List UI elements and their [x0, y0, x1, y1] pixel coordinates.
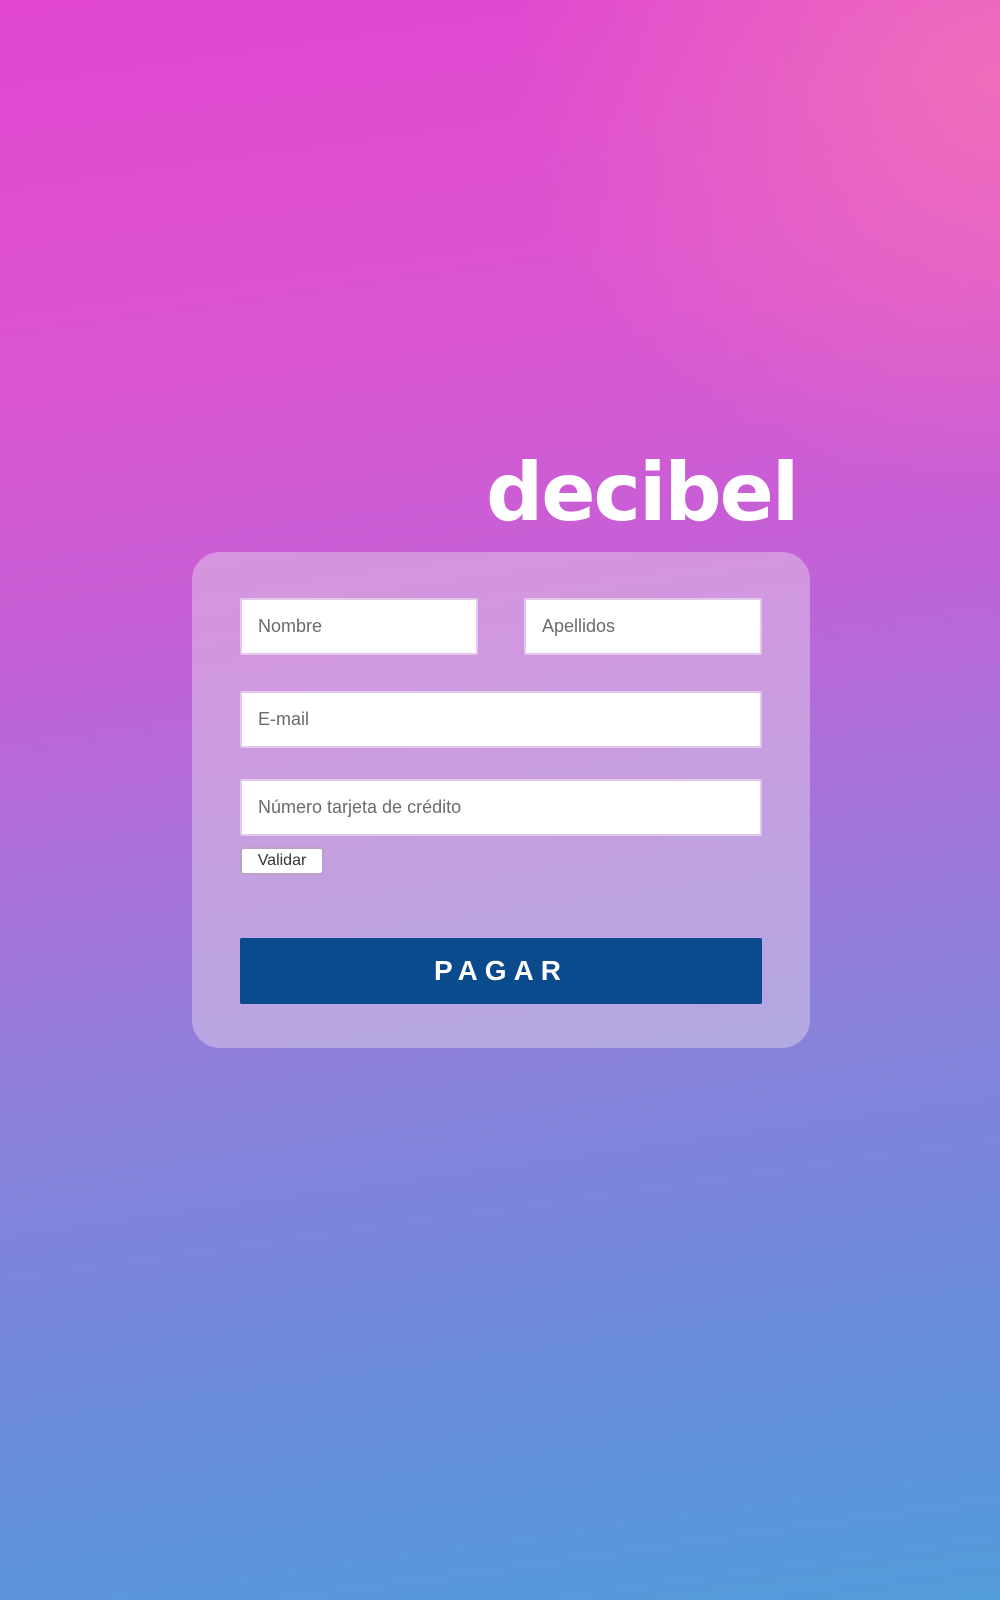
pagar-button[interactable]: PAGAR — [240, 938, 762, 1004]
nombre-input[interactable] — [240, 598, 478, 655]
decibel-logo: decibel — [486, 446, 799, 539]
payment-form-card: Validar PAGAR — [192, 552, 810, 1048]
apellidos-input[interactable] — [524, 598, 762, 655]
validar-button[interactable]: Validar — [240, 847, 324, 875]
credit-card-number-input[interactable] — [240, 779, 762, 836]
email-input[interactable] — [240, 691, 762, 748]
